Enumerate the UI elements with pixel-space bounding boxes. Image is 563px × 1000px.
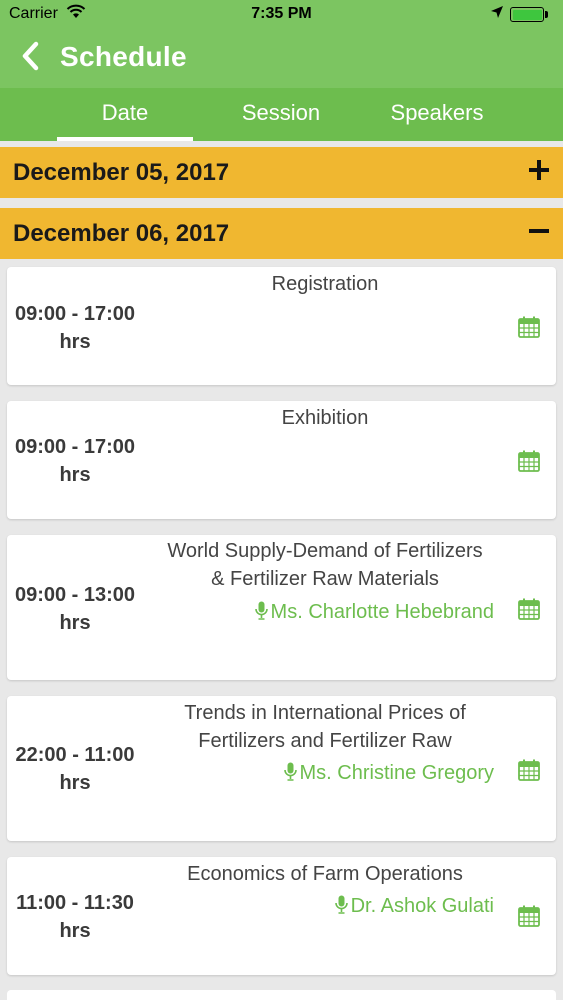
calendar-icon[interactable] [518, 316, 540, 338]
microphone-icon [283, 762, 297, 781]
calendar-icon[interactable] [518, 759, 540, 781]
time-unit: hrs [59, 920, 91, 942]
status-time: 7:35 PM [251, 5, 312, 22]
day-label: December 06, 2017 [13, 220, 230, 247]
session-title: Trends in International Prices of Fertil… [143, 699, 507, 755]
session-card[interactable]: World Supply-Demand of Fertilizers & Fer… [7, 535, 556, 680]
speaker-link[interactable]: Dr. Ashok Gulati [334, 895, 494, 918]
time-unit: hrs [59, 612, 91, 634]
session-title-line: Fertilizers and Fertilizer Raw [198, 730, 452, 752]
session-title: World Supply-Demand of Fertilizers & Fer… [143, 537, 507, 593]
location-arrow-icon [490, 5, 504, 24]
chevron-left-icon [22, 41, 39, 71]
microphone-icon [254, 601, 268, 620]
calendar-icon[interactable] [518, 905, 540, 927]
tab-label: Date [101, 100, 149, 125]
time-unit: hrs [59, 464, 91, 486]
tab-bar: Date Session Speakers [0, 88, 563, 141]
tab-session[interactable]: Session [213, 88, 349, 141]
active-tab-indicator [57, 137, 193, 141]
session-time: 22:00 - 11:00 hrs [7, 741, 143, 797]
session-card[interactable]: Exhibition 09:00 - 17:00 hrs [7, 401, 556, 519]
speaker-link[interactable]: Ms. Christine Gregory [283, 762, 495, 785]
minus-icon [529, 229, 549, 233]
page-title: Schedule [60, 41, 187, 72]
speaker-name: Ms. Charlotte Hebebrand [270, 601, 494, 623]
time-range: 11:00 - 11:30 [16, 892, 134, 914]
battery-tip [545, 11, 548, 18]
session-title-line: Economics of Farm Operations [187, 863, 463, 885]
battery-icon [510, 7, 544, 22]
calendar-icon[interactable] [518, 598, 540, 620]
session-title-line: Trends in International Prices of [184, 702, 466, 724]
back-button[interactable] [18, 40, 46, 72]
session-title: Economics of Farm Operations [143, 860, 507, 888]
session-card-partial[interactable] [7, 990, 556, 1000]
session-card[interactable]: Economics of Farm Operations Dr. Ashok G… [7, 857, 556, 975]
tab-label: Speakers [390, 100, 484, 125]
session-time: 11:00 - 11:30 hrs [7, 889, 143, 945]
status-bar: Carrier 7:35 PM [0, 0, 563, 28]
speaker-name: Ms. Christine Gregory [299, 762, 495, 784]
day-header-dec-06[interactable]: December 06, 2017 [0, 208, 563, 259]
time-range: 22:00 - 11:00 [15, 744, 135, 766]
speaker-name: Dr. Ashok Gulati [350, 895, 494, 917]
time-range: 09:00 - 17:00 [14, 436, 136, 458]
session-time: 09:00 - 13:00 hrs [7, 581, 143, 637]
tab-speakers[interactable]: Speakers [369, 88, 505, 141]
microphone-icon [334, 895, 348, 914]
time-unit: hrs [59, 331, 91, 353]
calendar-icon[interactable] [518, 450, 540, 472]
day-label: December 05, 2017 [13, 159, 230, 186]
session-title-line: Exhibition [281, 407, 369, 429]
session-title-line: & Fertilizer Raw Materials [211, 568, 439, 590]
session-card[interactable]: Trends in International Prices of Fertil… [7, 696, 556, 841]
session-title: Registration [143, 270, 507, 298]
navigation-bar: Schedule [0, 28, 563, 88]
day-header-dec-05[interactable]: December 05, 2017 [0, 147, 563, 198]
session-time: 09:00 - 17:00 hrs [7, 300, 143, 356]
time-range: 09:00 - 13:00 [14, 584, 136, 606]
tab-label: Session [241, 100, 321, 125]
session-time: 09:00 - 17:00 hrs [7, 433, 143, 489]
session-title: Exhibition [143, 404, 507, 432]
time-unit: hrs [59, 772, 91, 794]
time-range: 09:00 - 17:00 [14, 303, 136, 325]
session-title-line: World Supply-Demand of Fertilizers [167, 540, 483, 562]
speaker-link[interactable]: Ms. Charlotte Hebebrand [254, 601, 494, 624]
session-title-line: Registration [271, 273, 379, 295]
plus-icon [529, 160, 549, 180]
tab-date[interactable]: Date [57, 88, 193, 141]
session-card[interactable]: Registration 09:00 - 17:00 hrs [7, 267, 556, 385]
